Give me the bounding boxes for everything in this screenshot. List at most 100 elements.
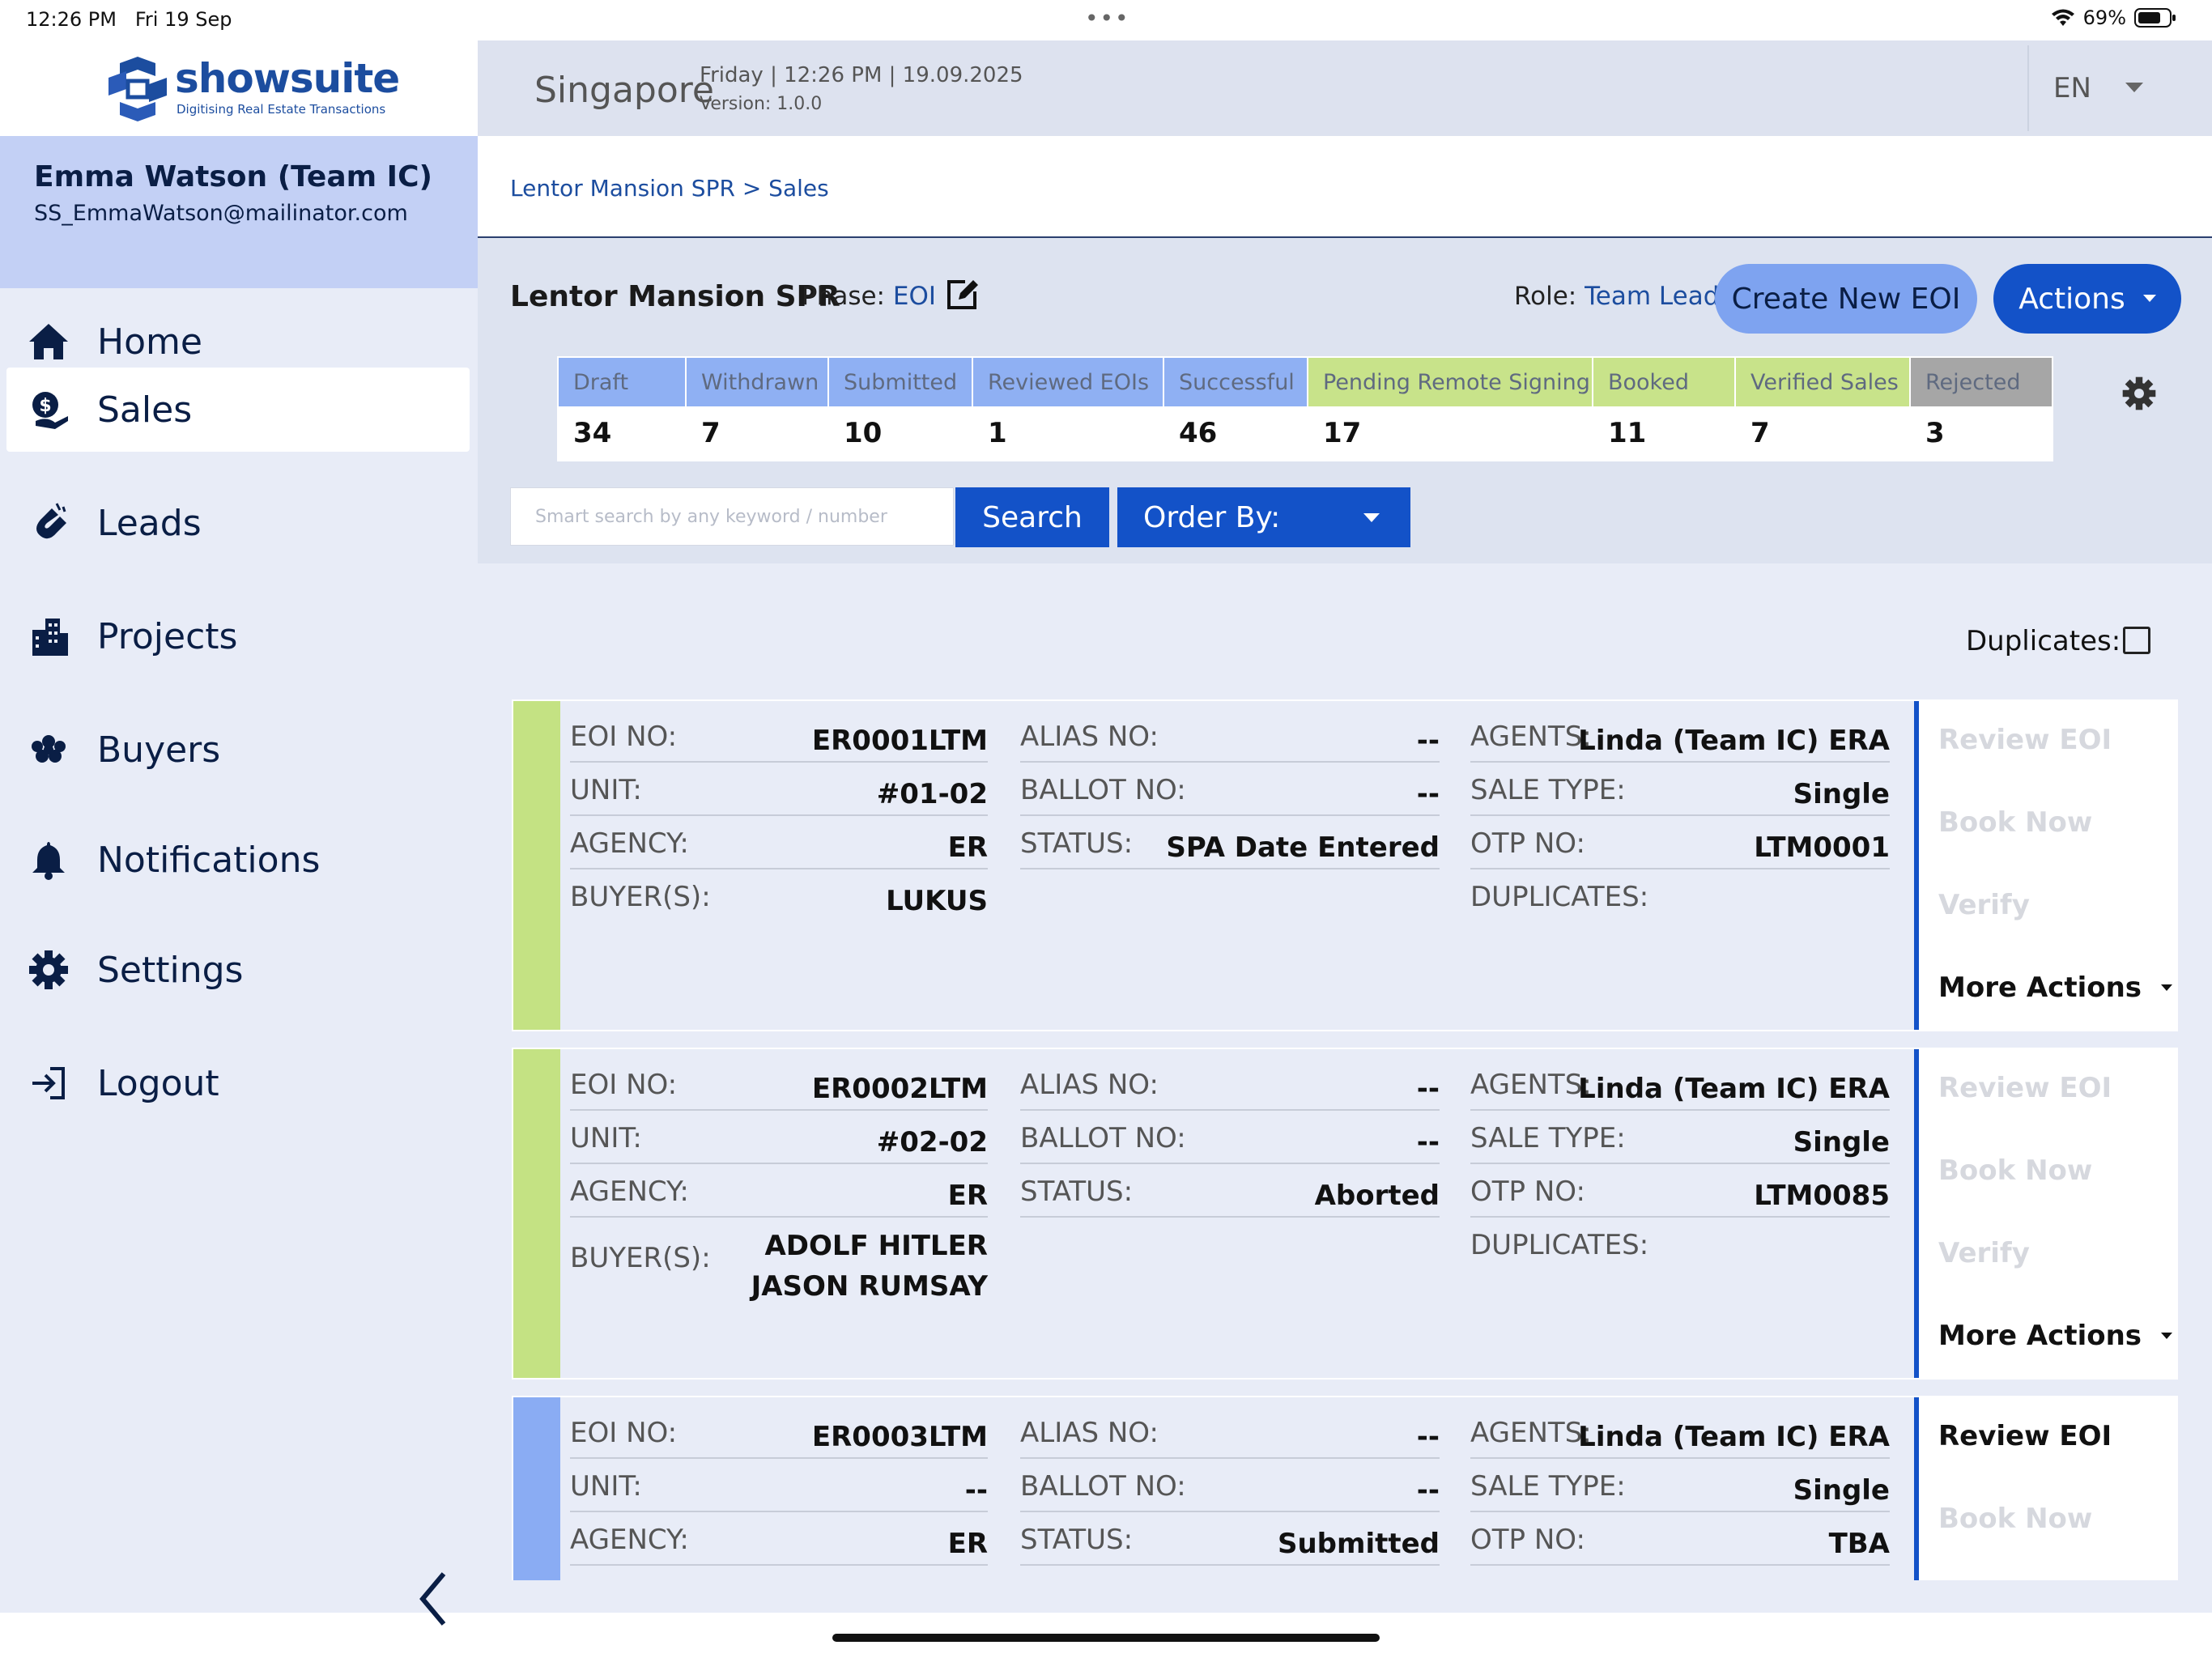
book-now-button[interactable]: Book Now [1938,1503,2092,1535]
sidebar-item-label: Logout [97,1062,219,1104]
battery-icon [2134,8,2176,28]
duplicates-checkbox[interactable] [2123,627,2150,654]
gear-icon[interactable] [2121,376,2157,411]
stat-value: 11 [1593,406,1734,460]
user-email: SS_EmmaWatson@mailinator.com [34,201,408,226]
stat-submitted[interactable]: Submitted 10 [827,356,973,461]
sidebar: showsuite Digitising Real Estate Transac… [0,40,478,1626]
review-eoi-button[interactable]: Review EOI [1938,1420,2112,1452]
review-eoi-button[interactable]: Review EOI [1938,724,2112,756]
stat-label: Draft [559,358,685,406]
field-label: BALLOT NO: [1020,1470,1186,1503]
more-actions-label: More Actions [1938,1320,2142,1352]
unit-value: -- [964,1474,988,1507]
stat-pending-remote-signing[interactable]: Pending Remote Signing 17 [1307,356,1593,461]
field-label: STATUS: [1020,1175,1134,1208]
stat-successful[interactable]: Successful 46 [1163,356,1308,461]
eoi-card: EOI NO: ER0003LTM UNIT: -- AGENCY: ER ALIAS… [512,1396,2178,1580]
sidebar-item-label: Notifications [97,839,321,881]
sidebar-item-label: Leads [97,502,202,544]
agency-value: ER [947,1180,988,1212]
field-label: AGENCY: [570,1524,689,1556]
stat-withdrawn[interactable]: Withdrawn 7 [685,356,829,461]
order-by-select[interactable]: Order By: [1117,487,1410,547]
field-label: DUPLICATES: [1470,1229,1649,1261]
stat-value: 17 [1308,406,1592,460]
caret-down-icon [2161,984,2173,991]
magnet-icon [24,499,73,547]
card-column-middle: ALIAS NO: -- BALLOT NO: -- STATUS: Submitte… [1020,1405,1440,1566]
field-label: BALLOT NO: [1020,774,1186,806]
card-column-middle: ALIAS NO: -- BALLOT NO: -- STATUS: SPA Date… [1020,709,1440,869]
home-indicator[interactable] [832,1634,1380,1642]
language-select[interactable]: EN [2027,45,2172,131]
card-column-left: EOI NO: ER0003LTM UNIT: -- AGENCY: ER [570,1405,988,1566]
stat-label: Pending Remote Signing [1308,358,1592,406]
buyer-name: JASON RUMSAY [751,1270,988,1303]
sale-type-value: Single [1793,1126,1890,1158]
card-actions: Review EOI Book Now [1914,1397,2176,1580]
field-label: ALIAS NO: [1020,1417,1159,1449]
field-label: AGENTS: [1470,721,1592,753]
stat-value: 7 [1736,406,1909,460]
search-input[interactable]: Smart search by any keyword / number [510,487,954,546]
book-now-button[interactable]: Book Now [1938,806,2092,839]
actions-label: Actions [2018,282,2125,316]
card-column-right: AGENTS: Linda (Team IC) ERA SALE TYPE: Sin… [1470,709,1890,923]
unit-value: #02-02 [876,1126,988,1158]
filters-area: Lentor Mansion SPR Phase: EOI Role: Team… [478,238,2212,563]
eoi-card: EOI NO: ER0002LTM UNIT: #02-02 AGENCY: ER B… [512,1048,2178,1380]
phase-label: Phase: [802,282,886,311]
sale-type-value: Single [1793,778,1890,810]
stat-verified-sales[interactable]: Verified Sales 7 [1734,356,1911,461]
phase-info: Phase: EOI [802,282,936,311]
agency-value: ER [947,1528,988,1560]
sidebar-item-sales[interactable]: $ Sales [6,368,470,452]
field-label: SALE TYPE: [1470,774,1626,806]
sidebar-item-logout[interactable]: Logout [6,1041,470,1125]
showsuite-logo-icon [108,57,167,121]
stat-rejected[interactable]: Rejected 3 [1909,356,2053,461]
verify-button[interactable]: Verify [1938,1237,2030,1269]
sales-icon: $ [24,385,73,434]
multitasking-dots-icon[interactable]: ••• [1085,5,1130,32]
sidebar-item-notifications[interactable]: Notifications [6,818,470,902]
actions-button[interactable]: Actions [1993,264,2181,334]
field-label: EOI NO: [570,721,678,753]
status-bar: 12:26 PM Fri 19 Sep ••• 69% [0,0,2212,40]
sidebar-item-leads[interactable]: Leads [6,481,470,565]
breadcrumb[interactable]: Lentor Mansion SPR > Sales [510,175,829,202]
sidebar-item-buyers[interactable]: Buyers [6,708,470,792]
logo-tagline: Digitising Real Estate Transactions [177,102,386,117]
create-new-eoi-button[interactable]: Create New EOI [1715,264,1977,334]
search-button[interactable]: Search [955,487,1109,547]
sidebar-item-projects[interactable]: Projects [6,594,470,678]
sidebar-item-settings[interactable]: Settings [6,928,470,1012]
city-label: Singapore [534,70,714,111]
more-actions-button[interactable]: More Actions [1938,1320,2173,1352]
stat-reviewed-eois[interactable]: Reviewed EOIs 1 [972,356,1164,461]
eoi-number: ER0002LTM [811,1073,988,1105]
card-actions: Review EOI Book Now Verify More Actions [1914,1049,2176,1378]
review-eoi-button[interactable]: Review EOI [1938,1072,2112,1104]
alias-value: -- [1416,1073,1440,1105]
stat-value: 34 [559,406,685,460]
stat-booked[interactable]: Booked 11 [1592,356,1736,461]
search-placeholder: Smart search by any keyword / number [535,506,887,527]
book-now-button[interactable]: Book Now [1938,1154,2092,1187]
more-actions-button[interactable]: More Actions [1938,971,2173,1004]
status-stripe [513,701,560,1030]
collapse-sidebar-button[interactable] [405,1562,462,1635]
stat-value: 7 [687,406,827,460]
buyer-name: LUKUS [886,885,988,917]
edit-icon[interactable] [944,277,980,312]
verify-button[interactable]: Verify [1938,889,2030,921]
sidebar-item-label: Sales [97,389,193,431]
stat-draft[interactable]: Draft 34 [557,356,687,461]
alias-value: -- [1416,1421,1440,1453]
agents-value: Linda (Team IC) ERA [1578,1421,1890,1453]
card-column-right: AGENTS: Linda (Team IC) ERA SALE TYPE: Sin… [1470,1057,1890,1271]
ballot-value: -- [1416,1474,1440,1507]
field-label: ALIAS NO: [1020,1069,1159,1101]
duplicates-label: Duplicates: [1966,625,2121,657]
